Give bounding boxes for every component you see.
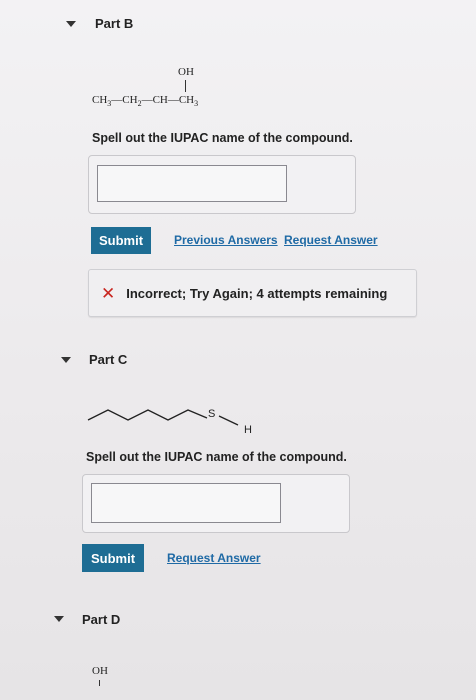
part-c-submit-button[interactable]: Submit — [82, 544, 144, 572]
part-c-h-label: H — [244, 424, 252, 436]
part-b-oh-label: OH — [178, 66, 194, 78]
part-c-title: Part C — [89, 352, 128, 367]
part-d-title: Part D — [82, 612, 121, 627]
part-b-request-answer-link[interactable]: Request Answer — [284, 233, 378, 247]
part-b-answer-input[interactable] — [97, 165, 287, 202]
feedback-message: Incorrect; Try Again; 4 attempts remaini… — [126, 285, 388, 301]
incorrect-feedback-banner: ✕ Incorrect; Try Again; 4 attempts remai… — [88, 269, 417, 317]
part-c-structure: S H — [87, 408, 252, 436]
part-b-submit-button[interactable]: Submit — [91, 227, 151, 254]
part-c-s-label: S — [208, 408, 215, 420]
part-c-carbon-chain — [87, 409, 208, 421]
part-b-bond-vertical — [185, 80, 186, 92]
part-b-answer-container — [88, 155, 356, 214]
part-c-answer-input[interactable] — [91, 483, 281, 523]
part-d-bond-vertical — [99, 680, 100, 686]
previous-answers-link[interactable]: Previous Answers — [174, 233, 278, 247]
part-c-answer-container — [82, 474, 350, 533]
collapse-caret-part-d-icon[interactable] — [54, 616, 64, 622]
part-c-prompt: Spell out the IUPAC name of the compound… — [86, 450, 347, 464]
collapse-caret-part-b-icon[interactable] — [66, 21, 76, 27]
x-icon: ✕ — [101, 283, 116, 303]
part-b-structure: OH CH3—CH2—CH—CH3 — [92, 66, 252, 116]
part-b-prompt: Spell out the IUPAC name of the compound… — [92, 131, 353, 145]
part-c-sh-bond — [218, 415, 239, 426]
part-c-request-answer-link[interactable]: Request Answer — [167, 551, 261, 565]
part-d-structure: OH — [92, 665, 132, 695]
part-b-chain: CH3—CH2—CH—CH3 — [92, 94, 199, 109]
collapse-caret-part-c-icon[interactable] — [61, 357, 71, 363]
part-b-title: Part B — [95, 16, 134, 31]
part-d-oh-label: OH — [92, 665, 108, 677]
